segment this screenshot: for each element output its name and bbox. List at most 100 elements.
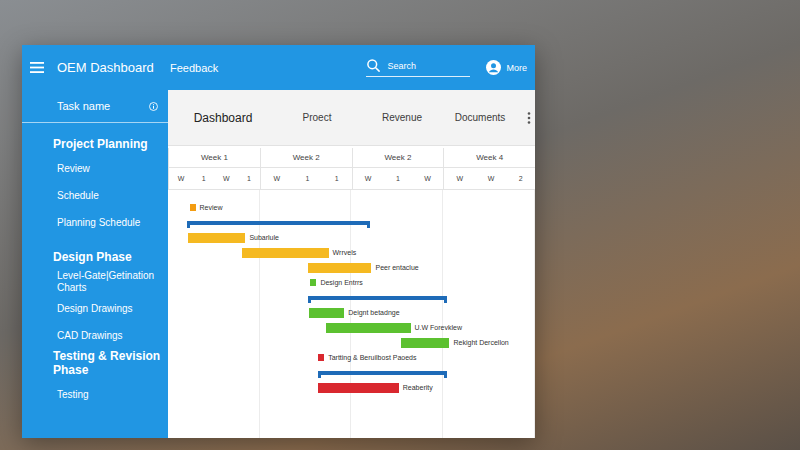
day-header: W1W1W11W1WWW2 — [168, 168, 535, 190]
gantt-chart: Review Subarlule Wrrvels Peer entaclue Desig… — [168, 190, 535, 438]
top-bar: OEM Dashboard Feedback Search More — [22, 45, 535, 90]
week-cell: Week 2 — [260, 148, 352, 168]
task-bar[interactable] — [308, 263, 372, 273]
day-label: 2 — [519, 175, 523, 182]
task-label: Review — [200, 204, 223, 211]
sidebar: Task nameProject PlanningReviewScheduleP… — [22, 90, 168, 438]
gantt-item[interactable]: Subarlule — [188, 230, 279, 245]
task-label: Rekight Dercellon — [453, 339, 508, 346]
user-menu[interactable]: More — [486, 60, 527, 75]
gantt-item[interactable] — [187, 215, 370, 230]
day-label: 1 — [335, 175, 339, 182]
day-label: 1 — [247, 175, 251, 182]
gantt-item[interactable] — [308, 290, 447, 305]
more-button[interactable] — [522, 112, 535, 124]
summary-bracket — [308, 296, 447, 300]
search-field[interactable]: Search — [366, 58, 470, 77]
sidebar-group-title[interactable]: Testing & Revision Phase — [22, 349, 168, 381]
milestone-marker — [318, 354, 324, 361]
sidebar-group-title[interactable]: Design Phase — [22, 236, 168, 268]
gantt-item[interactable] — [318, 365, 447, 380]
gantt-row: Deignt betadnge — [168, 305, 535, 320]
sidebar-item[interactable]: Schedule — [22, 182, 168, 209]
task-label: Tartting & Beruilbost Paoeds — [328, 354, 416, 361]
week-header: Week 1Week 2Week 2Week 4 — [168, 148, 535, 168]
feedback-link[interactable]: Feedback — [168, 62, 218, 74]
day-label: 1 — [306, 175, 310, 182]
tab[interactable]: Proect — [268, 112, 366, 123]
tab[interactable]: Dashboard — [178, 111, 268, 125]
sidebar-heading: Task name — [22, 90, 168, 123]
milestone-marker — [310, 279, 316, 286]
task-label: Wrrvels — [333, 249, 357, 256]
sidebar-group: Design PhaseLevel-Gate|Getination Charts… — [22, 236, 168, 349]
gantt-row: Reaberity — [168, 380, 535, 395]
task-bar[interactable] — [326, 323, 411, 333]
sidebar-group-title[interactable]: Project Planning — [22, 123, 168, 155]
gantt-item[interactable]: Deignt betadnge — [309, 305, 399, 320]
user-label: More — [506, 63, 527, 73]
day-label: W — [223, 175, 230, 182]
gantt-row: Tartting & Beruilbost Paoeds — [168, 350, 535, 365]
search-placeholder: Search — [387, 61, 416, 71]
more-options-icon[interactable] — [527, 112, 531, 124]
week-cell: Week 2 — [352, 148, 444, 168]
gantt-row: Wrrvels — [168, 245, 535, 260]
day-group: W 1 1 — [260, 168, 352, 190]
day-group: W1W1 — [168, 168, 260, 190]
gantt-item[interactable]: Peer entaclue — [308, 260, 419, 275]
task-bar[interactable] — [309, 308, 344, 318]
search-icon[interactable] — [366, 58, 381, 73]
sidebar-item[interactable]: Level-Gate|Getination Charts — [22, 268, 168, 295]
gantt-item[interactable]: Design Entrrs — [310, 275, 362, 290]
day-group: W 1 W — [352, 168, 444, 190]
day-label: W — [457, 175, 464, 182]
task-label: Subarlule — [249, 234, 279, 241]
gantt-item[interactable]: Reaberity — [318, 380, 433, 395]
day-label: W — [488, 175, 495, 182]
gantt-row — [168, 365, 535, 380]
gantt-panel: DashboardProectRevenueDocumentsWeek 1Wee… — [168, 90, 535, 438]
sidebar-group: Testing & Revision PhaseTesting — [22, 349, 168, 408]
tab[interactable]: Documents — [438, 112, 522, 123]
task-bar[interactable] — [401, 338, 449, 348]
task-label: Reaberity — [403, 384, 433, 391]
sidebar-group: Project PlanningReviewSchedulePlanning S… — [22, 123, 168, 236]
week-cell: Week 4 — [443, 148, 535, 168]
sidebar-item[interactable]: CAD Drawings — [22, 322, 168, 349]
user-icon[interactable] — [486, 60, 501, 75]
day-label: W — [424, 175, 431, 182]
gantt-row: Rekight Dercellon — [168, 335, 535, 350]
gantt-item[interactable]: U.W Forevklew — [326, 320, 462, 335]
main-body: Task nameProject PlanningReviewScheduleP… — [22, 90, 535, 438]
day-label: W — [178, 175, 185, 182]
sidebar-item[interactable]: Testing — [22, 381, 168, 408]
tab-bar: DashboardProectRevenueDocuments — [168, 90, 535, 146]
gantt-row: Peer entaclue — [168, 260, 535, 275]
gantt-row — [168, 290, 535, 305]
milestone-marker — [190, 204, 196, 211]
tab[interactable]: Revenue — [366, 112, 438, 123]
gantt-item[interactable]: Review — [190, 200, 223, 215]
gantt-row: Review — [168, 200, 535, 215]
sidebar-item[interactable]: Review — [22, 155, 168, 182]
task-bar[interactable] — [188, 233, 245, 243]
gantt-item[interactable]: Wrrvels — [242, 245, 357, 260]
task-label: Design Entrrs — [320, 279, 362, 286]
app-title: OEM Dashboard — [57, 60, 154, 75]
dashboard-window: OEM Dashboard Feedback Search More Task name… — [22, 45, 535, 438]
menu-icon[interactable] — [30, 62, 44, 73]
task-bar[interactable] — [242, 248, 329, 258]
sidebar-item[interactable]: Planning Schedule — [22, 209, 168, 236]
task-bar[interactable] — [318, 383, 399, 393]
sidebar-item[interactable]: Design Drawings — [22, 295, 168, 322]
day-label: 1 — [396, 175, 400, 182]
gantt-row: U.W Forevklew — [168, 320, 535, 335]
gantt-item[interactable]: Tartting & Beruilbost Paoeds — [318, 350, 416, 365]
info-icon[interactable] — [149, 102, 158, 111]
summary-bracket — [187, 221, 370, 225]
day-label: W — [273, 175, 280, 182]
gantt-item[interactable]: Rekight Dercellon — [401, 335, 508, 350]
day-label: W — [365, 175, 372, 182]
task-label: U.W Forevklew — [415, 324, 462, 331]
